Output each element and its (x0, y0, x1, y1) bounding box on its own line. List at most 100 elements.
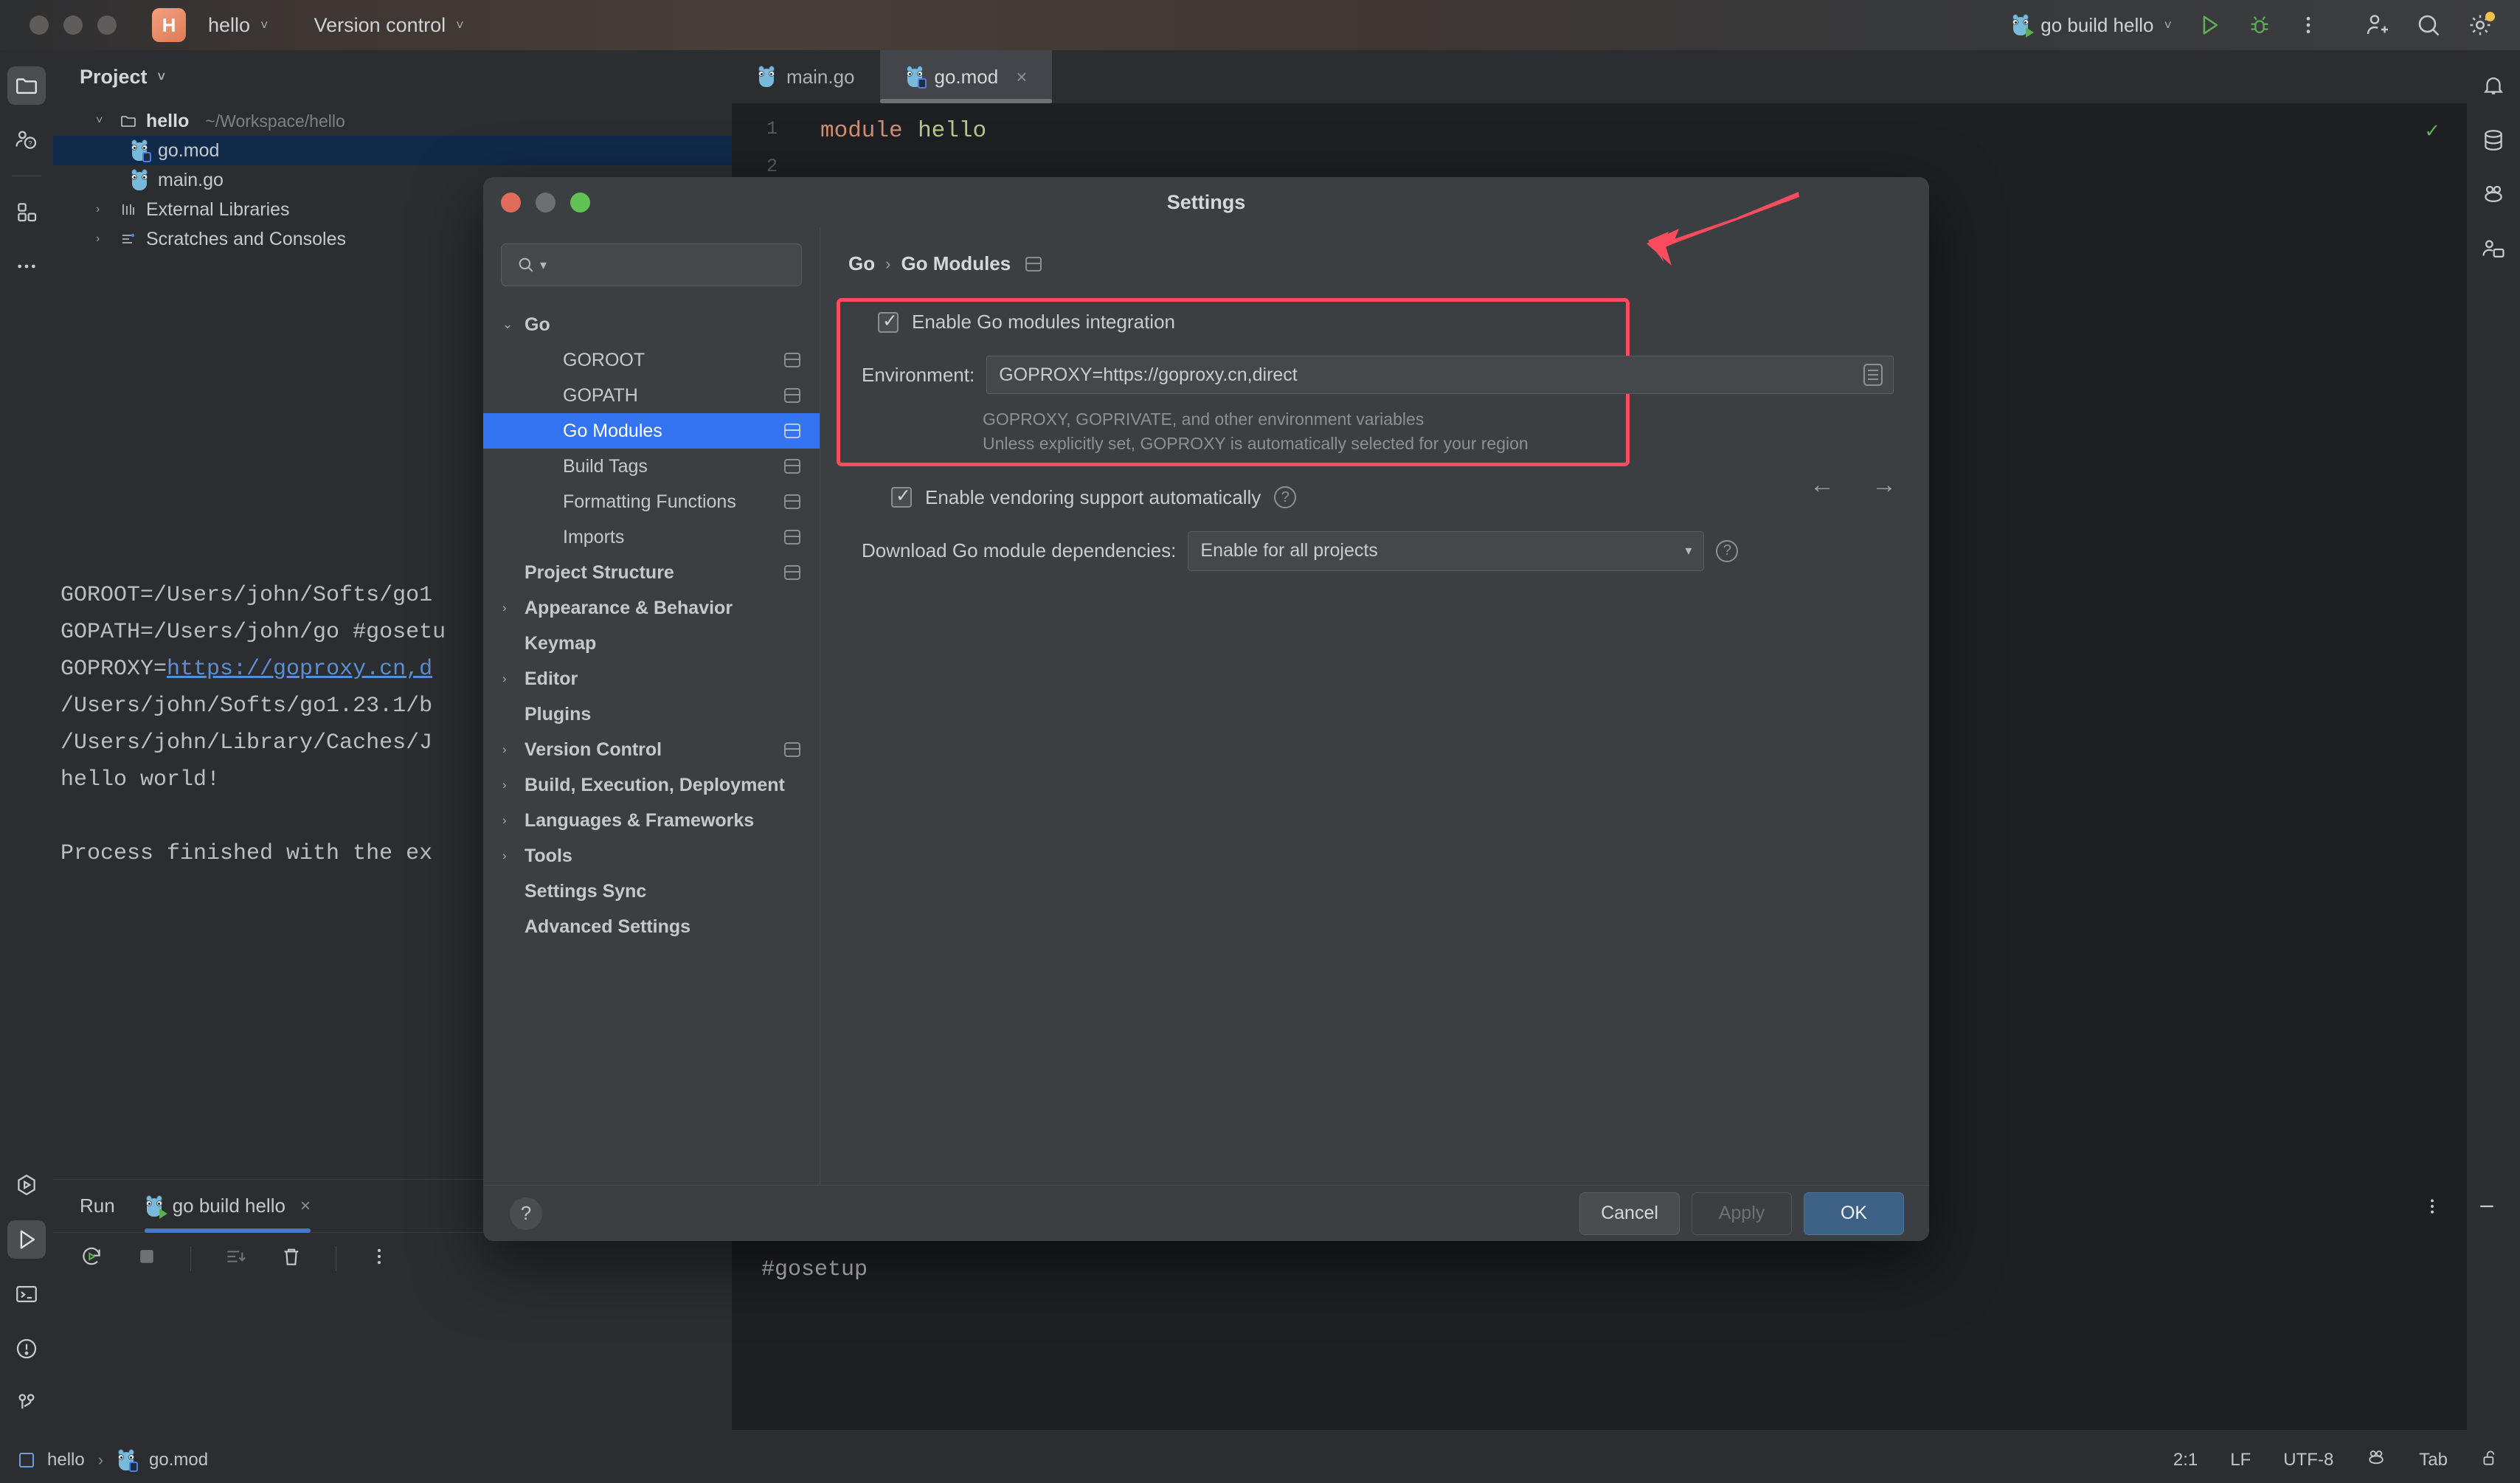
inspection-status-icon[interactable]: ✓ (2424, 120, 2440, 142)
more-actions-icon[interactable] (2297, 13, 2319, 38)
chevron-right-icon[interactable]: › (502, 848, 525, 863)
chevron-down-icon[interactable]: ˅ (96, 114, 111, 128)
version-control-menu[interactable]: Version control ˅ (307, 10, 471, 41)
more-icon[interactable] (369, 1245, 390, 1272)
settings-tree-item-gopath[interactable]: GOPATH (483, 378, 820, 413)
chevron-right-icon[interactable]: › (502, 778, 525, 792)
settings-tree-item-editor[interactable]: ›Editor (483, 661, 820, 696)
ai-assistant-tool-window-button[interactable]: ? (7, 121, 46, 159)
chevron-right-icon[interactable]: › (502, 813, 525, 828)
run-configuration-selector[interactable]: go build hello ˅ (2011, 14, 2172, 37)
dialog-traffic-lights[interactable] (501, 193, 590, 212)
environment-input[interactable]: GOPROXY=https://goproxy.cn,direct (986, 356, 1894, 394)
download-dependencies-select[interactable]: Enable for all projects ▾ (1188, 531, 1704, 571)
more-icon[interactable] (2423, 1195, 2442, 1221)
notifications-button[interactable] (2474, 66, 2513, 105)
project-panel-header[interactable]: Project ˅ (53, 50, 732, 103)
console-link[interactable]: https://goproxy.cn,d (167, 657, 432, 682)
project-badge[interactable]: H (152, 8, 186, 42)
structure-tool-window-button[interactable] (7, 193, 46, 231)
tree-node-go-mod[interactable]: go.mod (53, 136, 732, 165)
debug-icon[interactable] (2247, 13, 2272, 38)
terminal-tool-window-button[interactable] (7, 1275, 46, 1313)
ok-button[interactable]: OK (1804, 1192, 1904, 1235)
settings-tree-item-tools[interactable]: ›Tools (483, 838, 820, 874)
settings-tree-item-project-structure[interactable]: Project Structure (483, 555, 820, 590)
enable-vendoring-row[interactable]: Enable vendoring support automatically ? (891, 486, 1898, 509)
settings-gear-icon[interactable] (2467, 12, 2493, 38)
chevron-down-icon[interactable]: ⌄ (502, 317, 525, 332)
run-anything-button[interactable] (7, 1166, 46, 1204)
nav-back-icon[interactable]: ← (1810, 471, 1835, 499)
rerun-icon[interactable] (80, 1245, 103, 1272)
settings-tree-item-build-execution-deployment[interactable]: ›Build, Execution, Deployment (483, 767, 820, 803)
settings-tree-item-settings-sync[interactable]: Settings Sync (483, 874, 820, 909)
help-circle-icon[interactable]: ? (1716, 540, 1738, 562)
run-tab-label[interactable]: Run (80, 1180, 115, 1233)
project-name-menu[interactable]: hello ˅ (201, 10, 276, 41)
dialog-minimize-button[interactable] (536, 193, 555, 212)
close-icon[interactable]: × (1016, 66, 1027, 89)
settings-tree-item-keymap[interactable]: Keymap (483, 626, 820, 661)
editor-tab-go-mod[interactable]: go.mod × (880, 50, 1053, 103)
tree-node-hello[interactable]: ˅ hello ~/Workspace/hello (53, 106, 732, 136)
edit-environment-icon[interactable] (1863, 364, 1883, 386)
enable-go-modules-checkbox[interactable] (878, 312, 899, 333)
settings-tree-item-advanced-settings[interactable]: Advanced Settings (483, 909, 820, 944)
window-traffic-lights[interactable] (30, 15, 117, 35)
settings-tree-item-formatting-functions[interactable]: Formatting Functions (483, 484, 820, 519)
maximize-window-button[interactable] (97, 15, 117, 35)
file-encoding[interactable]: UTF-8 (2283, 1450, 2333, 1470)
apply-button[interactable]: Apply (1692, 1192, 1792, 1235)
version-control-tool-window-button[interactable] (7, 1384, 46, 1422)
cancel-button[interactable]: Cancel (1579, 1192, 1680, 1235)
nav-forward-icon[interactable]: → (1872, 471, 1897, 499)
lock-open-icon[interactable] (2480, 1448, 2499, 1473)
chevron-right-icon[interactable]: › (96, 203, 111, 216)
dialog-close-button[interactable] (501, 193, 521, 212)
breadcrumb-project[interactable]: hello (47, 1450, 85, 1470)
run-tab-go-build-hello[interactable]: go build hello × (145, 1180, 311, 1233)
breadcrumb-root[interactable]: Go (848, 252, 875, 275)
settings-tree-item-version-control[interactable]: ›Version Control (483, 732, 820, 767)
minimize-icon[interactable] (2476, 1195, 2498, 1221)
ai-chat-gopher-icon[interactable] (2474, 176, 2513, 214)
soft-wrap-icon[interactable] (224, 1245, 247, 1272)
gopher-icon[interactable] (2366, 1448, 2386, 1473)
caret-position[interactable]: 2:1 (2173, 1450, 2198, 1470)
search-everywhere-icon[interactable] (2415, 12, 2442, 38)
dialog-maximize-button[interactable] (570, 193, 590, 212)
settings-tree-item-goroot[interactable]: GOROOT (483, 342, 820, 378)
editor-tab-main-go[interactable]: main.go (732, 50, 880, 103)
database-button[interactable] (2474, 121, 2513, 159)
settings-tree-item-go-modules[interactable]: Go Modules (483, 413, 820, 449)
close-window-button[interactable] (30, 15, 49, 35)
enable-vendoring-checkbox[interactable] (891, 487, 912, 508)
search-dropdown-icon[interactable]: ▾ (540, 257, 547, 273)
run-icon[interactable] (2197, 13, 2222, 38)
run-tool-window-button[interactable] (7, 1220, 46, 1259)
help-circle-icon[interactable]: ? (1274, 486, 1296, 508)
add-user-icon[interactable] (2364, 12, 2390, 38)
more-tool-windows-button[interactable] (7, 247, 46, 286)
chevron-right-icon[interactable]: › (502, 671, 525, 686)
settings-tree-item-imports[interactable]: Imports (483, 519, 820, 555)
settings-tree-item-appearance-behavior[interactable]: ›Appearance & Behavior (483, 590, 820, 626)
help-button[interactable]: ? (510, 1197, 542, 1230)
stop-icon[interactable] (136, 1245, 158, 1271)
project-tool-window-button[interactable] (7, 66, 46, 105)
settings-tree-item-build-tags[interactable]: Build Tags (483, 449, 820, 484)
settings-search-input[interactable]: ▾ (501, 243, 802, 286)
settings-tree-item-plugins[interactable]: Plugins (483, 696, 820, 732)
breadcrumb-file[interactable]: go.mod (149, 1450, 208, 1470)
line-separator[interactable]: LF (2230, 1450, 2251, 1470)
settings-tree-item-languages-frameworks[interactable]: ›Languages & Frameworks (483, 803, 820, 838)
problems-tool-window-button[interactable] (7, 1330, 46, 1368)
code-with-me-button[interactable] (2474, 230, 2513, 269)
settings-tree-item-go[interactable]: ⌄Go (483, 307, 820, 342)
minimize-window-button[interactable] (63, 15, 83, 35)
chevron-right-icon[interactable]: › (502, 742, 525, 757)
indent-setting[interactable]: Tab (2419, 1450, 2448, 1470)
chevron-right-icon[interactable]: › (96, 232, 111, 246)
chevron-right-icon[interactable]: › (502, 601, 525, 615)
